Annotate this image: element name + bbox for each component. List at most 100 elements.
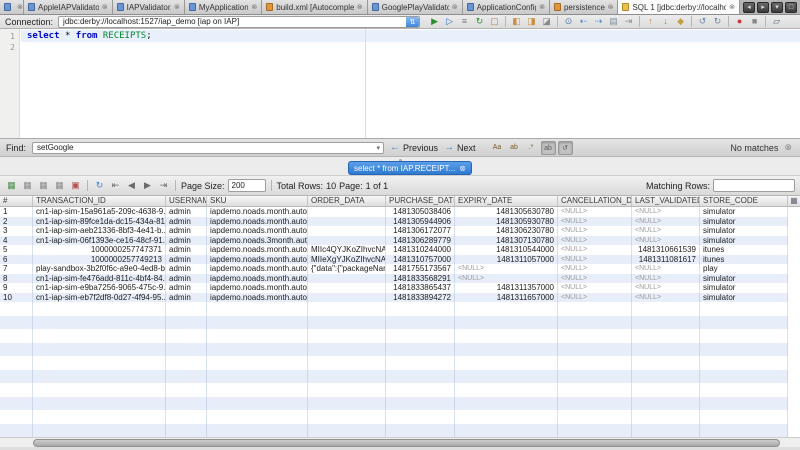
cell[interactable]: 1481310661539 — [632, 245, 700, 255]
cell[interactable]: iapdemo.noads.month.auto — [207, 293, 308, 303]
cell[interactable]: 1481833568291 — [386, 274, 455, 284]
cell[interactable]: 1481305944906 — [386, 217, 455, 227]
page-size-input[interactable] — [228, 179, 266, 192]
cell[interactable] — [308, 207, 386, 217]
cell[interactable]: 1481310757000 — [386, 255, 455, 265]
column-header-sku[interactable]: SKU — [207, 196, 308, 206]
cell[interactable]: MIIc4QYJKoZIhvcNAQc... — [308, 245, 386, 255]
column-header--[interactable]: # — [0, 196, 33, 206]
cell[interactable]: <NULL> — [558, 236, 632, 246]
back-icon[interactable]: ⇠ — [577, 15, 590, 28]
table-row[interactable]: 10cn1-iap-sim-eb7f2df8-0d27-4f94-95...ad… — [0, 293, 788, 303]
tab-close-icon[interactable]: ⊗ — [174, 3, 180, 11]
cell[interactable]: 1481311657000 — [455, 293, 558, 303]
cell[interactable]: cn1-iap-sim-06f1393e-ce16-48cf-91... — [33, 236, 166, 246]
cell[interactable]: 1481306289779 — [386, 236, 455, 246]
tab-build-xml-autocompletetest[interactable]: build.xml [AutocompleteTest]⊗ — [262, 0, 367, 14]
cell[interactable]: iapdemo.noads.month.auto — [207, 226, 308, 236]
cell[interactable]: 1481311057000 — [455, 255, 558, 265]
cell[interactable]: iapdemo.noads.month.auto — [207, 207, 308, 217]
find-dropdown-icon[interactable]: ▾ — [377, 143, 381, 154]
whole-words-toggle[interactable]: ab — [507, 141, 522, 155]
cell[interactable]: <NULL> — [558, 245, 632, 255]
cell[interactable]: 10 — [0, 293, 33, 303]
connection-dropdown-button[interactable]: ⇅ — [406, 17, 419, 27]
cell[interactable]: {"data":{"packageNam... — [308, 264, 386, 274]
column-header-order-data[interactable]: ORDER_DATA — [308, 196, 386, 206]
cell[interactable]: admin — [166, 207, 207, 217]
tab-close-icon[interactable]: ⊗ — [729, 3, 735, 11]
cell[interactable]: <NULL> — [558, 274, 632, 284]
cell[interactable]: iapdemo.noads.month.auto — [207, 245, 308, 255]
tab-googleplayvalidator-java[interactable]: GooglePlayValidator.java⊗ — [368, 0, 463, 14]
cell[interactable]: 1481311357000 — [455, 283, 558, 293]
tab-sql-1-jdbc-derby-localhost-15[interactable]: SQL 1 [jdbc:derby://localhost:15...]⊗ — [618, 0, 740, 14]
cell[interactable]: 1481833894272 — [386, 293, 455, 303]
save-all-icon[interactable]: ◨ — [525, 15, 538, 28]
cell[interactable]: <NULL> — [558, 283, 632, 293]
cell[interactable]: 1481755173567 — [386, 264, 455, 274]
cell[interactable]: 1481305630780 — [455, 207, 558, 217]
previous-bookmark-icon[interactable]: ↑ — [644, 15, 657, 28]
cell[interactable]: iapdemo.noads.month.auto — [207, 255, 308, 265]
cell[interactable]: itunes — [700, 245, 788, 255]
cell[interactable]: admin — [166, 255, 207, 265]
tab-applicationconfig-java[interactable]: ApplicationConfig.java⊗ — [463, 0, 550, 14]
cell[interactable]: 6 — [0, 255, 33, 265]
delete-record-icon[interactable]: ▦ — [21, 179, 34, 192]
cell[interactable]: iapdemo.noads.month.auto — [207, 274, 308, 284]
cell[interactable]: <NULL> — [558, 255, 632, 265]
cell[interactable]: simulator — [700, 226, 788, 236]
next-bookmark-icon[interactable]: ↓ — [659, 15, 672, 28]
horizontal-scrollbar[interactable] — [0, 437, 800, 447]
cell[interactable]: 1481306230780 — [455, 226, 558, 236]
result-tab[interactable]: select * from IAP.RECEIPT... ⊗ — [348, 161, 472, 175]
cell[interactable]: admin — [166, 264, 207, 274]
wrap-around-toggle[interactable]: ↺ — [558, 141, 573, 155]
record-macro-icon[interactable]: ● — [733, 15, 746, 28]
cell[interactable]: 5 — [0, 245, 33, 255]
cell[interactable]: simulator — [700, 283, 788, 293]
cell[interactable]: cn1-iap-sim-15a961a5-209c-4638-9... — [33, 207, 166, 217]
copy-icon[interactable]: ▤ — [607, 15, 620, 28]
cell[interactable]: simulator — [700, 217, 788, 227]
table-row[interactable]: 9cn1-iap-sim-e9ba7256-9065-475c-9...admi… — [0, 283, 788, 293]
tab-myapplication-java[interactable]: MyApplication.java⊗ — [185, 0, 262, 14]
column-header-transaction-id[interactable]: TRANSACTION_ID — [33, 196, 166, 206]
cell[interactable]: 1000000257747371 — [33, 245, 166, 255]
cell[interactable]: 3 — [0, 226, 33, 236]
cell[interactable]: play-sandbox-3b2f0f6c-a9e0-4ed8-b... — [33, 264, 166, 274]
cell[interactable]: 1481833865437 — [386, 283, 455, 293]
column-header-username[interactable]: USERNAME — [166, 196, 207, 206]
tab-close-icon[interactable]: ⊗ — [102, 3, 108, 11]
truncate-table-icon[interactable]: ▣ — [69, 179, 82, 192]
cell[interactable]: 1000000257749213 — [33, 255, 166, 265]
cell[interactable]: 1481306172077 — [386, 226, 455, 236]
column-header-last-validated[interactable]: LAST_VALIDATED — [632, 196, 700, 206]
cell[interactable]: cn1-iap-sim-eb7f2df8-0d27-4f94-95... — [33, 293, 166, 303]
cell[interactable]: 1481310244000 — [386, 245, 455, 255]
open-file-icon[interactable]: ◧ — [510, 15, 523, 28]
cell[interactable]: <NULL> — [632, 236, 700, 246]
cell[interactable]: <NULL> — [632, 226, 700, 236]
cell[interactable]: 8 — [0, 274, 33, 284]
sql-editor[interactable]: 1 2 select * from RECEIPTS; — [0, 29, 800, 138]
cell[interactable]: simulator — [700, 293, 788, 303]
cell[interactable] — [308, 293, 386, 303]
table-row[interactable]: 3cn1-iap-sim-aeb21336-8bf3-4e41-b...admi… — [0, 226, 788, 236]
tab-close-icon[interactable]: ⊗ — [251, 3, 257, 11]
table-row[interactable]: 2cn1-iap-sim-89fce1da-dc15-434a-81...adm… — [0, 217, 788, 227]
export-icon[interactable]: ⇥ — [622, 15, 635, 28]
tab-tor[interactable]: ...tor⊗ — [0, 0, 24, 14]
cell[interactable]: admin — [166, 226, 207, 236]
history-dropdown-icon[interactable]: ◪ — [540, 15, 553, 28]
cell[interactable]: admin — [166, 236, 207, 246]
find-previous-button[interactable]: ← Previous — [390, 142, 438, 153]
cell[interactable]: <NULL> — [558, 217, 632, 227]
first-page-icon[interactable]: ⇤ — [109, 179, 122, 192]
sql-history-icon[interactable]: ≡ — [458, 15, 471, 28]
cell[interactable]: 1481305038406 — [386, 207, 455, 217]
cell[interactable]: simulator — [700, 236, 788, 246]
table-row[interactable]: 7play-sandbox-3b2f0f6c-a9e0-4ed8-b...adm… — [0, 264, 788, 274]
cell[interactable]: iapdemo.noads.month.auto — [207, 283, 308, 293]
